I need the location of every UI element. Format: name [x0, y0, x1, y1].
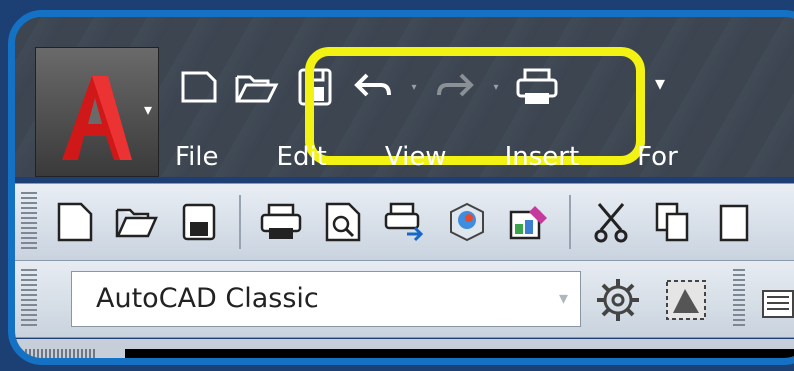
workspaces-toolbar: AutoCAD Classic ▾ [15, 261, 794, 338]
toolbar-lock-icon[interactable] [659, 273, 713, 327]
new-icon[interactable] [49, 194, 101, 250]
new-icon[interactable] [175, 61, 223, 113]
menu-edit[interactable]: Edit [277, 137, 327, 177]
layer-properties-icon[interactable] [755, 273, 794, 327]
chevron-down-icon: ▾ [144, 100, 153, 119]
menu-bar: File Edit View Insert For [175, 137, 678, 177]
menu-view[interactable]: View [385, 137, 447, 177]
panel-grip[interactable] [25, 349, 97, 358]
toolbar-separator [569, 195, 571, 249]
plot-icon[interactable] [255, 194, 307, 250]
workspace-dropdown[interactable]: AutoCAD Classic ▾ [71, 271, 581, 327]
drawing-area-top-band [15, 339, 794, 358]
menu-insert[interactable]: Insert [505, 137, 580, 177]
workspace-selected-value: AutoCAD Classic [96, 283, 319, 314]
workspace-settings-gear-icon[interactable] [591, 273, 645, 327]
toolbar-grip[interactable] [21, 192, 37, 252]
qat-overflow-icon[interactable]: ▾ [655, 71, 673, 111]
toolbar-separator [239, 195, 241, 249]
copy-icon[interactable] [647, 194, 699, 250]
3d-dwf-icon[interactable] [441, 194, 493, 250]
save-icon[interactable] [173, 194, 225, 250]
menu-file[interactable]: File [175, 137, 219, 177]
paste-icon[interactable] [709, 194, 761, 250]
standard-toolbar [15, 183, 794, 261]
open-icon[interactable] [111, 194, 163, 250]
toolbar-grip[interactable] [21, 269, 37, 329]
application-menu-button[interactable]: ▾ [35, 47, 159, 177]
drawing-area[interactable] [125, 349, 794, 358]
publish-icon[interactable] [379, 194, 431, 250]
plot-preview-icon[interactable] [317, 194, 369, 250]
autocad-logo-icon [62, 76, 132, 160]
design-center-icon[interactable] [503, 194, 555, 250]
cut-icon[interactable] [585, 194, 637, 250]
menu-format[interactable]: For [637, 137, 678, 177]
autocad-window-frame: ▾ ▾ ▾ ▾ File Edit View Insert For AutoCA… [8, 10, 794, 365]
toolbar-grip[interactable] [733, 269, 745, 329]
open-icon[interactable] [233, 61, 281, 113]
chevron-down-icon: ▾ [558, 288, 568, 309]
